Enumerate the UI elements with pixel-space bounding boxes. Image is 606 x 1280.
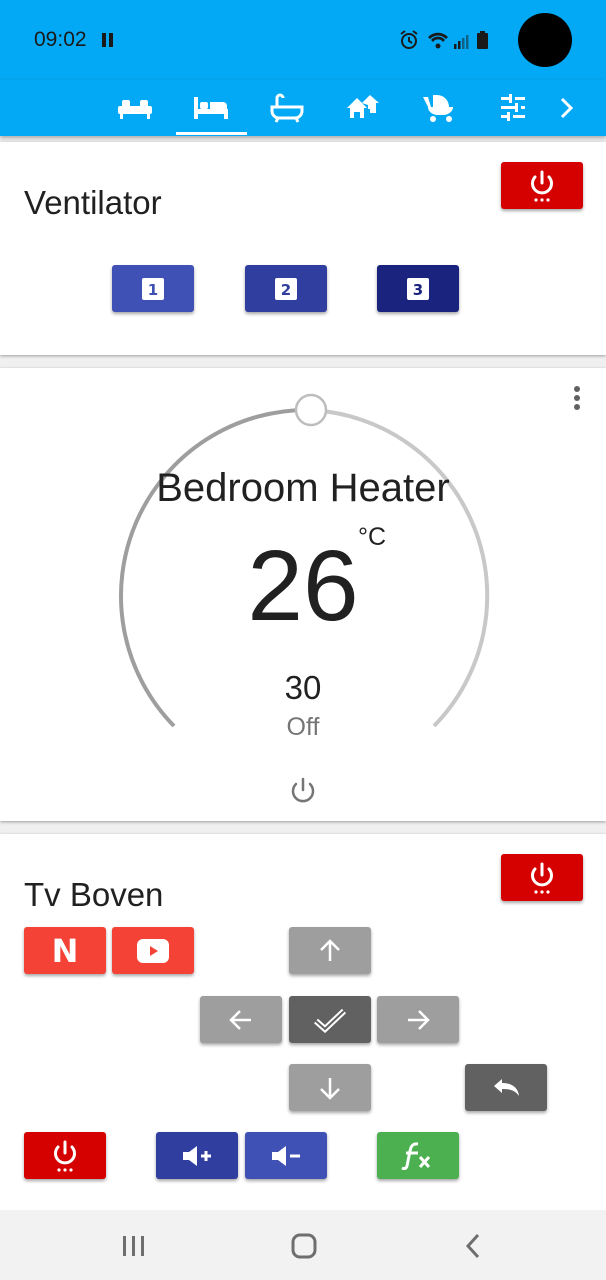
arrow-left-icon bbox=[229, 1009, 251, 1030]
speed-1-label: 1 bbox=[148, 281, 158, 299]
volume-up-button[interactable] bbox=[156, 1132, 238, 1179]
sofa-icon bbox=[118, 100, 152, 119]
youtube-button[interactable] bbox=[112, 927, 194, 974]
ventilator-speed-2-button[interactable]: 2 bbox=[245, 265, 327, 312]
status-time: 09:02 bbox=[34, 28, 87, 51]
dpad-down-button[interactable] bbox=[289, 1064, 371, 1111]
camera-cutout bbox=[518, 13, 572, 67]
status-icons bbox=[400, 30, 488, 49]
home-button[interactable] bbox=[284, 1226, 324, 1266]
function-variant-icon bbox=[401, 1141, 431, 1170]
baby-carriage-icon bbox=[423, 95, 453, 122]
recent-apps-button[interactable] bbox=[114, 1226, 154, 1266]
heater-target-temp: 30 bbox=[284, 669, 322, 706]
power-icon bbox=[531, 862, 553, 894]
media-pause-icon bbox=[102, 33, 113, 47]
tv-power-toggle-button[interactable] bbox=[501, 854, 583, 901]
youtube-icon bbox=[137, 938, 169, 963]
dpad-right-button[interactable] bbox=[377, 996, 459, 1043]
status-bar: 09:02 bbox=[0, 0, 606, 80]
ventilator-speed-3-button[interactable]: 3 bbox=[377, 265, 459, 312]
volume-down-button[interactable] bbox=[245, 1132, 327, 1179]
back-chevron-icon bbox=[465, 1233, 480, 1259]
active-tab-indicator bbox=[176, 132, 247, 135]
dial-handle bbox=[294, 393, 328, 427]
numeric-1-box-icon: 1 bbox=[142, 277, 164, 300]
tab-kids-room[interactable] bbox=[404, 80, 474, 136]
heater-current-temp: 26 bbox=[247, 530, 359, 642]
tab-bedroom[interactable] bbox=[176, 80, 246, 136]
back-nav-button[interactable] bbox=[454, 1226, 494, 1266]
heater-title: Bedroom Heater bbox=[156, 466, 450, 510]
numeric-3-box-icon: 3 bbox=[407, 277, 429, 300]
dpad-up-button[interactable] bbox=[289, 927, 371, 974]
netflix-button[interactable]: N bbox=[24, 927, 106, 974]
heater-unit: °C bbox=[358, 523, 387, 551]
dpad-ok-button[interactable] bbox=[289, 996, 371, 1043]
bed-icon bbox=[194, 97, 228, 119]
more-vert-icon[interactable] bbox=[566, 384, 588, 412]
power-icon bbox=[531, 170, 553, 202]
alarm-icon bbox=[400, 30, 418, 49]
battery-icon bbox=[477, 31, 488, 49]
check-outline-icon bbox=[314, 1008, 347, 1033]
tv-power-off-button[interactable] bbox=[24, 1132, 106, 1179]
speed-3-label: 3 bbox=[413, 281, 423, 299]
tab-bathroom[interactable] bbox=[252, 80, 322, 136]
system-nav-bar bbox=[0, 1210, 606, 1280]
tv-card: Tv Boven N bbox=[0, 834, 606, 1210]
home-group-icon bbox=[347, 95, 379, 118]
ventilator-title: Ventilator bbox=[24, 184, 162, 221]
heater-card: Bedroom Heater 26 °C 30 Off bbox=[0, 368, 606, 821]
chevron-right-icon bbox=[560, 97, 574, 119]
bathtub-icon bbox=[270, 93, 304, 123]
arrow-up-icon bbox=[320, 938, 340, 961]
numeric-2-box-icon: 2 bbox=[275, 277, 297, 300]
tab-house[interactable] bbox=[328, 80, 398, 136]
tabs-scroll-right[interactable] bbox=[532, 80, 602, 136]
ventilator-speed-1-button[interactable]: 1 bbox=[112, 265, 194, 312]
volume-plus-icon bbox=[183, 1145, 211, 1166]
power-icon bbox=[54, 1140, 76, 1172]
arrow-right-icon bbox=[408, 1009, 430, 1030]
wifi-icon bbox=[428, 32, 448, 49]
volume-minus-icon bbox=[272, 1145, 300, 1166]
function-button[interactable] bbox=[377, 1132, 459, 1179]
tab-bar bbox=[0, 80, 606, 136]
heater-mode: Off bbox=[286, 713, 320, 741]
speed-2-label: 2 bbox=[281, 281, 291, 299]
back-button[interactable] bbox=[465, 1064, 547, 1111]
tv-title: Tv Boven bbox=[24, 876, 164, 913]
heater-power-icon[interactable] bbox=[288, 776, 318, 806]
signal-icon bbox=[454, 35, 469, 49]
undo-icon bbox=[494, 1078, 519, 1096]
arrow-down-icon bbox=[320, 1077, 340, 1100]
tune-icon bbox=[501, 94, 525, 121]
ventilator-power-button[interactable] bbox=[501, 162, 583, 209]
tab-living-room[interactable] bbox=[100, 80, 170, 136]
dpad-left-button[interactable] bbox=[200, 996, 282, 1043]
home-circle-icon bbox=[291, 1233, 317, 1259]
ventilator-card: Ventilator 1 2 3 bbox=[0, 142, 606, 355]
netflix-icon: N bbox=[51, 931, 79, 970]
recent-apps-icon bbox=[123, 1236, 144, 1256]
